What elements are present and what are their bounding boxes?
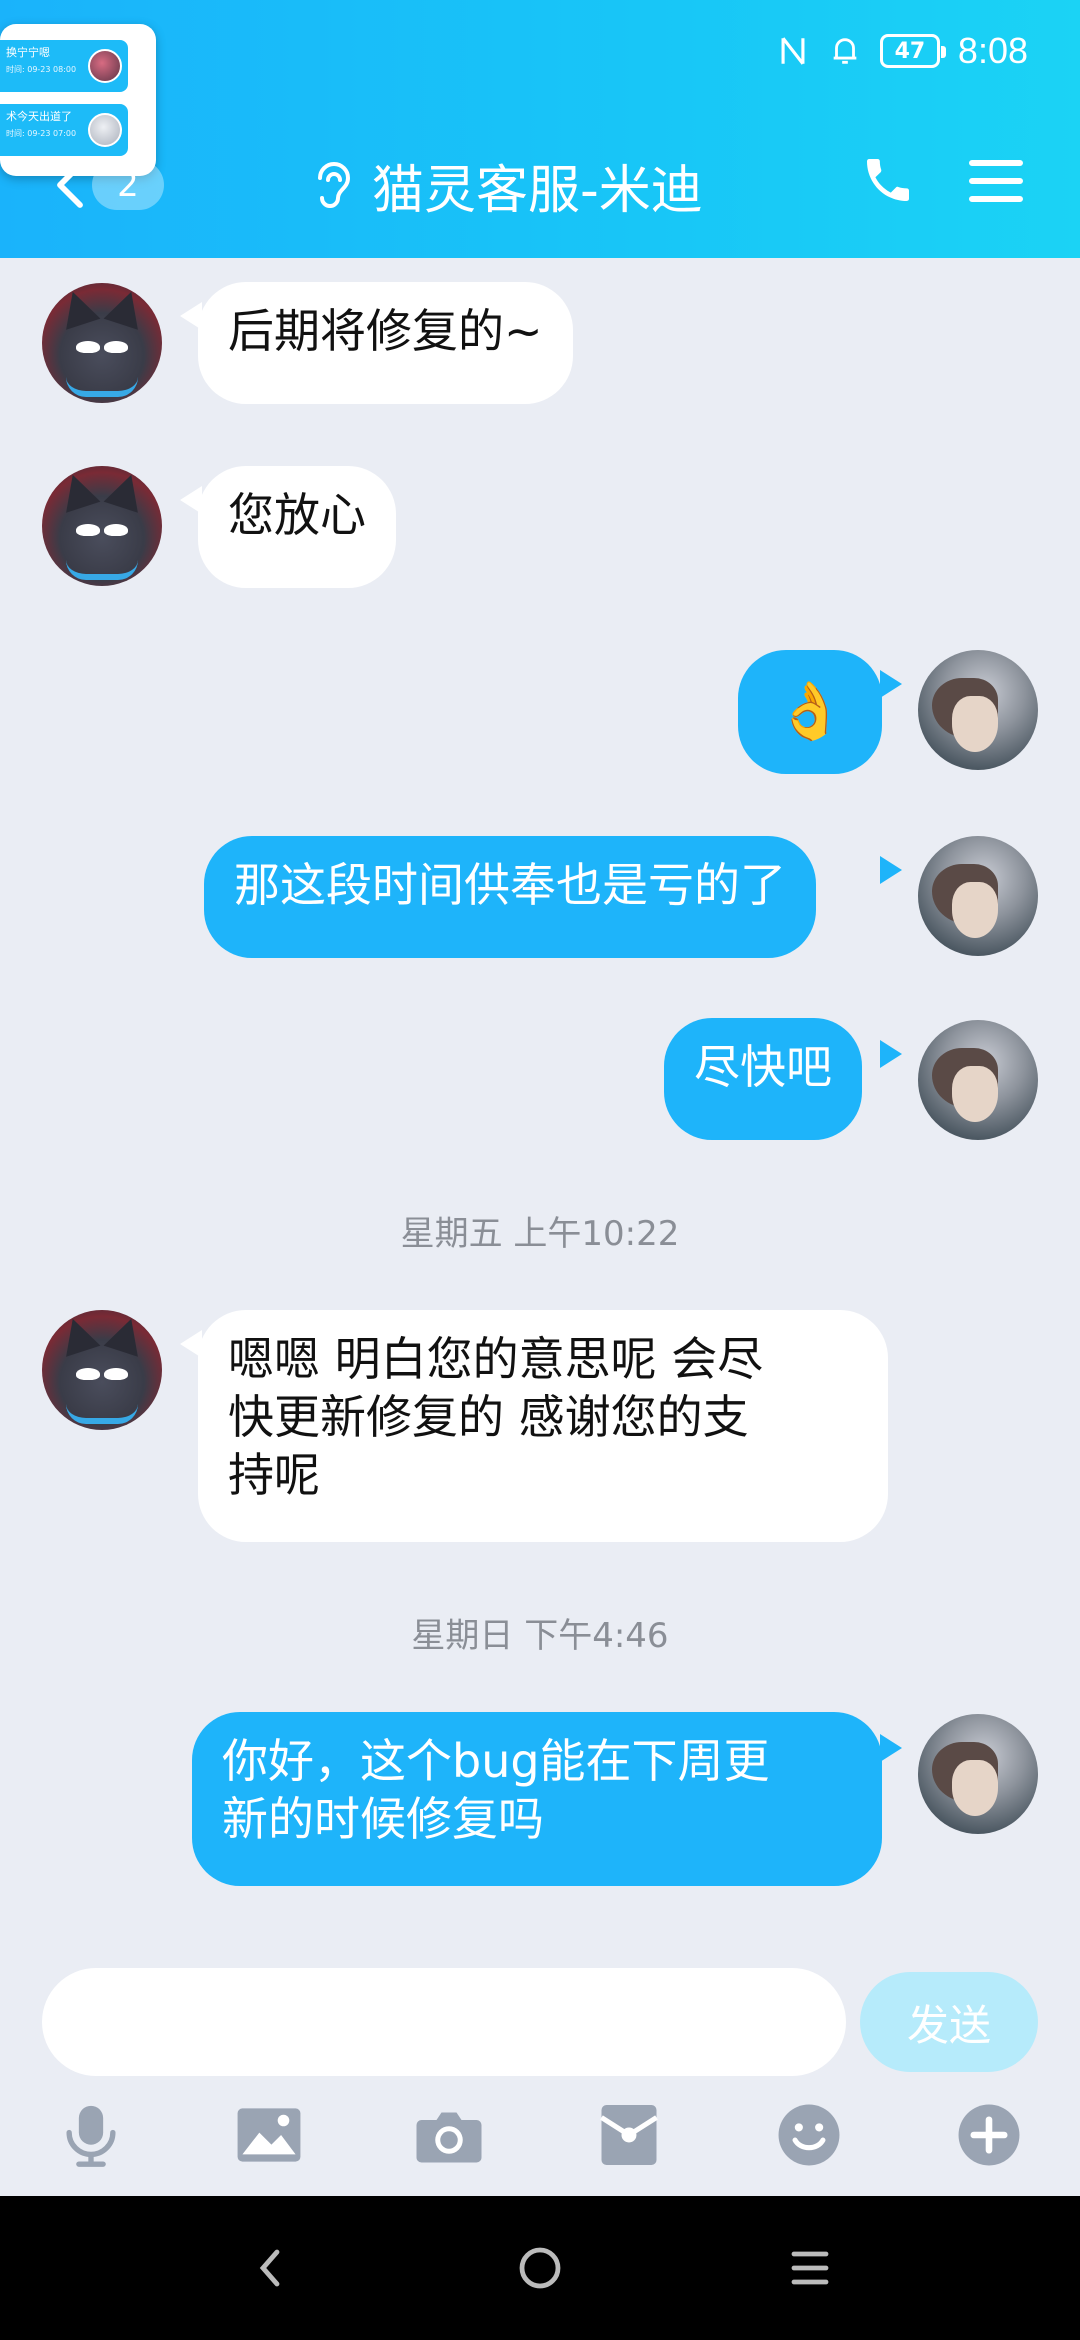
avatar <box>88 49 122 83</box>
nav-menu-icon[interactable] <box>778 2236 842 2300</box>
user-avatar[interactable] <box>918 836 1038 956</box>
user-avatar[interactable] <box>918 1714 1038 1834</box>
message-timestamp: 星期日 下午4:46 <box>411 1616 669 1656</box>
message-text-line: 持呢 <box>228 1448 320 1502</box>
message-timestamp: 星期五 上午10:22 <box>400 1214 680 1254</box>
user-avatar[interactable] <box>918 1020 1038 1140</box>
camera-icon[interactable] <box>414 2100 484 2170</box>
message-bubble-outgoing[interactable]: 你好，这个bug能在下周更 新的时候修复吗 <box>192 1712 882 1886</box>
floating-notification-window[interactable]: 换宁宁嗯 时间: 09-23 08:00 术今天出道了 时间: 09-23 07… <box>0 24 156 176</box>
plus-icon[interactable] <box>954 2100 1024 2170</box>
message-bubble-incoming[interactable]: 嗯嗯 明白您的意思呢 会尽 快更新修复的 感谢您的支 持呢 <box>198 1310 888 1542</box>
message-text-line: 你好，这个bug能在下周更 <box>222 1734 770 1788</box>
notification-item[interactable]: 换宁宁嗯 时间: 09-23 08:00 <box>0 40 128 92</box>
message-input[interactable] <box>42 1968 846 2076</box>
phone-icon[interactable] <box>860 152 916 208</box>
user-avatar[interactable] <box>918 650 1038 770</box>
message-bubble-incoming[interactable]: 您放心 <box>198 466 396 588</box>
bubble-tail <box>880 1734 902 1762</box>
message-text-line: 嗯嗯 明白您的意思呢 会尽 <box>228 1332 764 1386</box>
message-text-line: 快更新修复的 感谢您的支 <box>228 1390 749 1444</box>
ear-icon[interactable] <box>310 158 354 214</box>
unread-badge[interactable]: 2 <box>92 160 164 210</box>
contact-avatar[interactable] <box>42 466 162 586</box>
microphone-icon[interactable] <box>56 2100 126 2170</box>
notification-item[interactable]: 术今天出道了 时间: 09-23 07:00 <box>0 104 128 156</box>
message-bubble-incoming[interactable]: 后期将修复的~ <box>198 282 573 404</box>
menu-icon[interactable] <box>968 158 1024 204</box>
image-icon[interactable] <box>234 2100 304 2170</box>
chat-title-group[interactable]: 猫灵客服-米迪 <box>310 148 703 223</box>
message-text: 您放心 <box>228 488 366 542</box>
status-bar: 47 8:08 <box>776 30 1028 72</box>
contact-avatar[interactable] <box>42 283 162 403</box>
message-text: 后期将修复的~ <box>228 304 543 358</box>
bubble-tail <box>880 1040 902 1068</box>
message-text: 那这段时间供奉也是亏的了 <box>234 858 786 912</box>
composer-toolbar <box>0 2100 1080 2180</box>
red-packet-icon[interactable] <box>594 2100 664 2170</box>
message-bubble-outgoing[interactable]: 尽快吧 <box>664 1018 862 1140</box>
bell-icon <box>833 38 857 64</box>
emoji-icon[interactable] <box>774 2100 844 2170</box>
nav-home-icon[interactable] <box>508 2236 572 2300</box>
message-bubble-outgoing[interactable]: 那这段时间供奉也是亏的了 <box>204 836 816 958</box>
contact-avatar[interactable] <box>42 1310 162 1430</box>
bubble-tail <box>880 670 902 698</box>
page-title: 猫灵客服-米迪 <box>372 161 703 221</box>
battery-indicator: 47 <box>879 34 946 68</box>
ok-hand-emoji: 👌 <box>775 679 845 744</box>
message-text-line: 新的时候修复吗 <box>222 1792 544 1846</box>
status-time: 8:08 <box>957 30 1028 71</box>
nfc-icon <box>781 37 805 65</box>
back-icon[interactable] <box>50 160 90 210</box>
system-navigation-bar <box>0 2196 1080 2340</box>
message-bubble-outgoing[interactable]: 👌 <box>738 650 882 774</box>
message-text: 尽快吧 <box>694 1040 832 1094</box>
nav-back-icon[interactable] <box>238 2236 302 2300</box>
avatar <box>88 113 122 147</box>
bubble-tail <box>880 856 902 884</box>
battery-level: 47 <box>894 38 926 64</box>
composer: 发送 <box>0 1950 1080 2195</box>
chat-header: 47 8:08 换宁宁嗯 时间: 09-23 08:00 术今天出道了 时间: … <box>0 0 1080 258</box>
send-button[interactable]: 发送 <box>860 1972 1038 2072</box>
